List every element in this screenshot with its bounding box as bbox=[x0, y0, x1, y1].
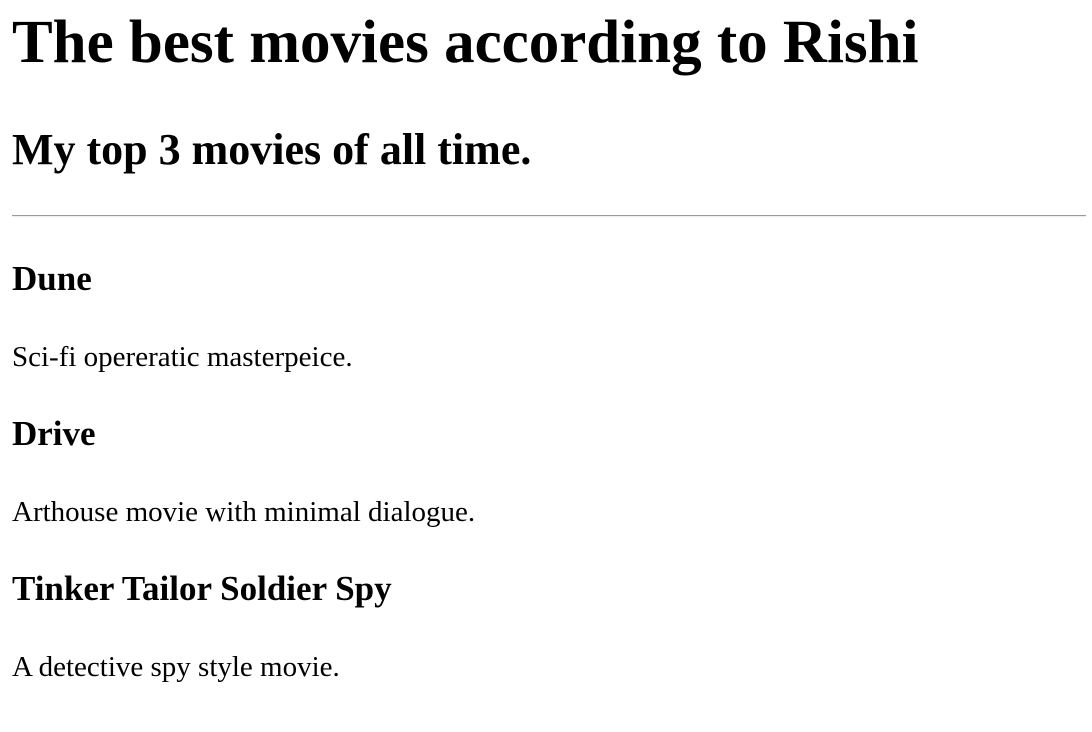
section-divider bbox=[12, 215, 1086, 217]
movie-description-dune: Sci-fi opereratic masterpeice. bbox=[12, 341, 353, 373]
movie-description-tinker-tailor: A detective spy style movie. bbox=[12, 651, 340, 683]
movie-title-dune: Dune bbox=[12, 259, 92, 298]
page-title: The best movies according to Rishi bbox=[12, 9, 919, 76]
page-subtitle: My top 3 movies of all time. bbox=[12, 125, 532, 174]
movie-description-drive: Arthouse movie with minimal dialogue. bbox=[12, 496, 476, 528]
movie-title-tinker-tailor: Tinker Tailor Soldier Spy bbox=[12, 569, 392, 608]
movie-title-drive: Drive bbox=[12, 414, 96, 453]
